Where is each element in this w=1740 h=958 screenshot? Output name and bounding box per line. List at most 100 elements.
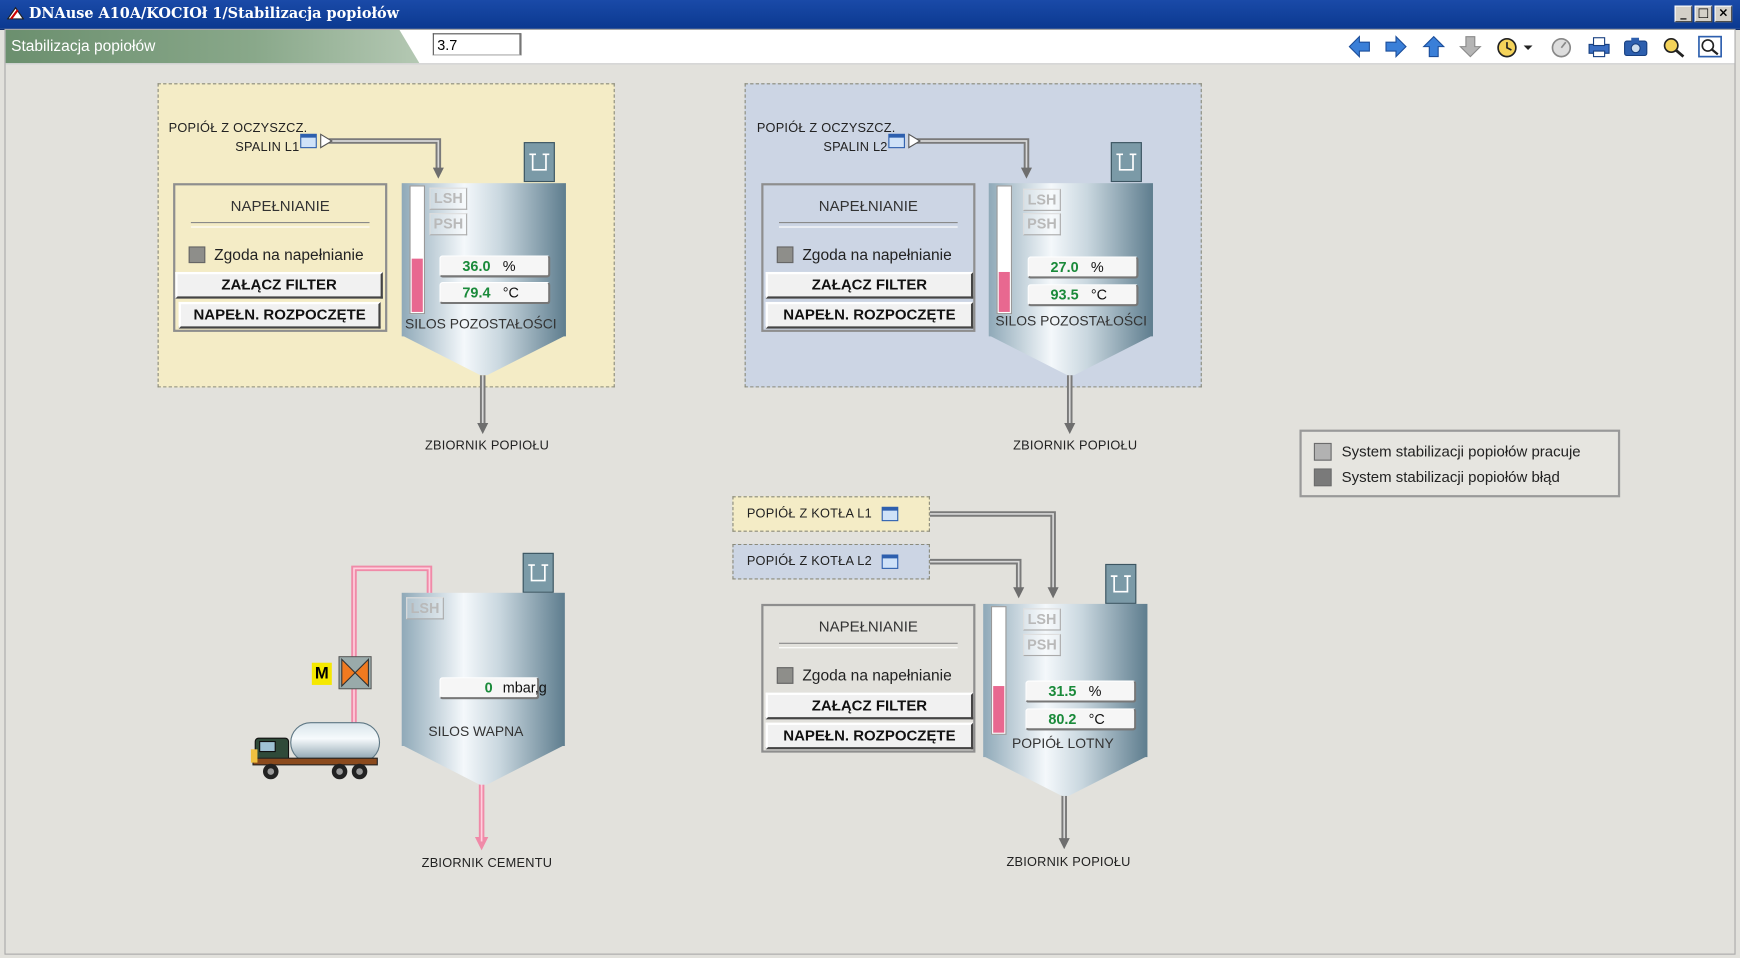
silo-l1-source-label-1: POPIÓŁ Z OCZYSZCZ. [168, 122, 308, 136]
fly-ash-level-bar [990, 606, 1007, 735]
silo-l1-temperature-display[interactable]: 79.4 °C [439, 281, 551, 305]
silo-l2-name: SILOS POZOSTAŁOŚCI [995, 313, 1147, 329]
silo-l1-psh-indicator[interactable]: PSH [429, 213, 468, 236]
maximize-button[interactable]: □ [1694, 5, 1713, 23]
fly-ash-vent-filter[interactable] [1105, 563, 1137, 604]
lime-silo-lsh-indicator[interactable]: LSH [406, 597, 444, 620]
control-header: NAPEŁNIANIE [818, 618, 918, 635]
valve-icon[interactable] [338, 656, 372, 690]
level-unit: % [1088, 682, 1102, 700]
pressure-value: 0 [484, 679, 493, 697]
window-icon[interactable] [300, 132, 318, 150]
silo-l1-source-label-2: SPALIN L1 [235, 140, 300, 155]
fly-ash-control-box: NAPEŁNIANIE Zgoda na napełnianie ZAŁĄCZ … [761, 603, 976, 753]
arrow-down-icon[interactable] [1457, 34, 1484, 58]
app-icon [6, 6, 25, 20]
divider [190, 222, 370, 228]
silo-l2-psh-indicator[interactable]: PSH [1023, 213, 1061, 236]
page-title: Stabilizacja popiołów [11, 36, 156, 55]
temperature-value: 93.5 [1050, 286, 1079, 304]
window-icon[interactable] [881, 505, 899, 523]
divider [779, 222, 958, 228]
temperature-unit: °C [1088, 710, 1105, 728]
status-working-label: System stabilizacji popiołów pracuje [1341, 442, 1581, 460]
silo-l2-temperature-display[interactable]: 93.5 °C [1027, 284, 1139, 307]
divider [779, 642, 958, 649]
status-working-indicator [1313, 442, 1332, 461]
page-tab: Stabilizacja popiołów [5, 29, 420, 64]
chevron-down-icon[interactable] [1521, 34, 1534, 58]
lime-silo-vent-filter[interactable] [522, 552, 554, 593]
arrow-up-icon[interactable] [1420, 34, 1447, 58]
silo-l2-vent-filter[interactable] [1110, 142, 1142, 183]
silo-l2-level-fill [998, 271, 1010, 312]
temperature-value: 79.4 [462, 284, 491, 301]
fill-started-button[interactable]: NAPEŁN. ROZPOCZĘTE [765, 301, 974, 329]
level-value: 36.0 [462, 257, 491, 275]
status-error-indicator [1313, 468, 1332, 487]
silo-l1-level-fill [411, 258, 423, 312]
silo-l2-source-label-1: POPIÓŁ Z OCZYSZCZ. [756, 122, 896, 136]
silo-l2-source-label-2: SPALIN L2 [823, 140, 888, 155]
timer-icon[interactable] [1548, 34, 1575, 58]
temperature-unit: °C [1090, 286, 1108, 304]
consent-label: Zgoda na napełnianie [802, 245, 952, 264]
fly-ash-psh-indicator[interactable]: PSH [1023, 633, 1061, 657]
kotla-l2-source-box: POPIÓŁ Z KOTŁA L2 [732, 543, 930, 580]
fly-ash-temperature-display[interactable]: 80.2 °C [1025, 708, 1137, 731]
window-icon[interactable] [881, 553, 899, 571]
silo-l1-level-bar [409, 185, 426, 315]
lime-silo-outlet-label: ZBIORNIK CEMENTU [421, 856, 553, 871]
level-value: 31.5 [1048, 682, 1077, 700]
toolbar: Stabilizacja popiołów [5, 29, 1735, 65]
consent-checkbox[interactable] [188, 246, 206, 264]
fly-ash-level-fill [993, 685, 1005, 733]
lime-silo-name: SILOS WAPNA [428, 723, 524, 740]
zoom-fit-icon[interactable] [1660, 34, 1687, 58]
arrow-right-icon[interactable] [1383, 34, 1410, 58]
silo-l2-lsh-indicator[interactable]: LSH [1023, 188, 1061, 211]
minimize-button[interactable]: _ [1674, 5, 1693, 23]
kotla-l2-label: POPIÓŁ Z KOTŁA L2 [746, 555, 872, 569]
silo-l1-level-display[interactable]: 36.0 % [439, 255, 551, 278]
pressure-unit: mbar,g [502, 679, 547, 697]
close-button[interactable]: × [1714, 5, 1733, 23]
camera-icon[interactable] [1622, 34, 1649, 58]
temperature-value: 80.2 [1048, 710, 1077, 728]
fill-started-button[interactable]: NAPEŁN. ROZPOCZĘTE [765, 722, 974, 750]
silo-l1-vent-filter[interactable] [523, 142, 555, 183]
silo-l1-control-box: NAPEŁNIANIE Zgoda na napełnianie ZAŁĄCZ … [173, 183, 388, 332]
silo-l1-name: SILOS POZOSTAŁOŚCI [405, 316, 557, 332]
fill-started-button[interactable]: NAPEŁN. ROZPOCZĘTE [178, 301, 381, 329]
title-bar: DNAuse A10A/KOCIOł 1/Stabilizacja popioł… [0, 0, 1740, 30]
level-unit: % [502, 257, 516, 275]
motor-label: M [311, 662, 332, 685]
zoom-icon[interactable] [1697, 34, 1724, 58]
print-icon[interactable] [1586, 34, 1613, 58]
silo-l2-control-box: NAPEŁNIANIE Zgoda na napełnianie ZAŁĄCZ … [761, 183, 976, 332]
fly-ash-silo-name: POPIÓŁ LOTNY [1012, 735, 1114, 752]
fly-ash-level-display[interactable]: 31.5 % [1025, 680, 1137, 703]
lime-silo-pressure-display[interactable]: 0 mbar,g [439, 677, 547, 700]
consent-label: Zgoda na napełnianie [802, 666, 952, 684]
arrow-left-icon[interactable] [1346, 34, 1373, 58]
filter-button[interactable]: ZAŁĄCZ FILTER [765, 692, 974, 720]
version-field[interactable] [432, 33, 522, 56]
status-error-label: System stabilizacji popiołów błąd [1341, 468, 1560, 486]
silo-l2-outlet-label: ZBIORNIK POPIOŁU [1013, 439, 1138, 453]
level-unit: % [1090, 258, 1104, 276]
filter-button[interactable]: ZAŁĄCZ FILTER [175, 271, 383, 299]
tanker-truck-icon [250, 722, 381, 780]
window-title: DNAuse A10A/KOCIOł 1/Stabilizacja popioł… [28, 5, 400, 23]
window-icon[interactable] [888, 132, 906, 150]
consent-checkbox[interactable] [776, 667, 794, 684]
consent-checkbox[interactable] [776, 246, 794, 264]
temperature-unit: °C [502, 284, 519, 301]
silo-l1-lsh-indicator[interactable]: LSH [429, 187, 468, 210]
history-clock-icon[interactable] [1495, 34, 1522, 58]
silo-l2-level-display[interactable]: 27.0 % [1027, 256, 1139, 279]
fly-ash-lsh-indicator[interactable]: LSH [1023, 608, 1061, 631]
kotla-l1-source-box: POPIÓŁ Z KOTŁA L1 [732, 496, 930, 532]
consent-label: Zgoda na napełnianie [214, 245, 364, 264]
filter-button[interactable]: ZAŁĄCZ FILTER [765, 271, 974, 299]
